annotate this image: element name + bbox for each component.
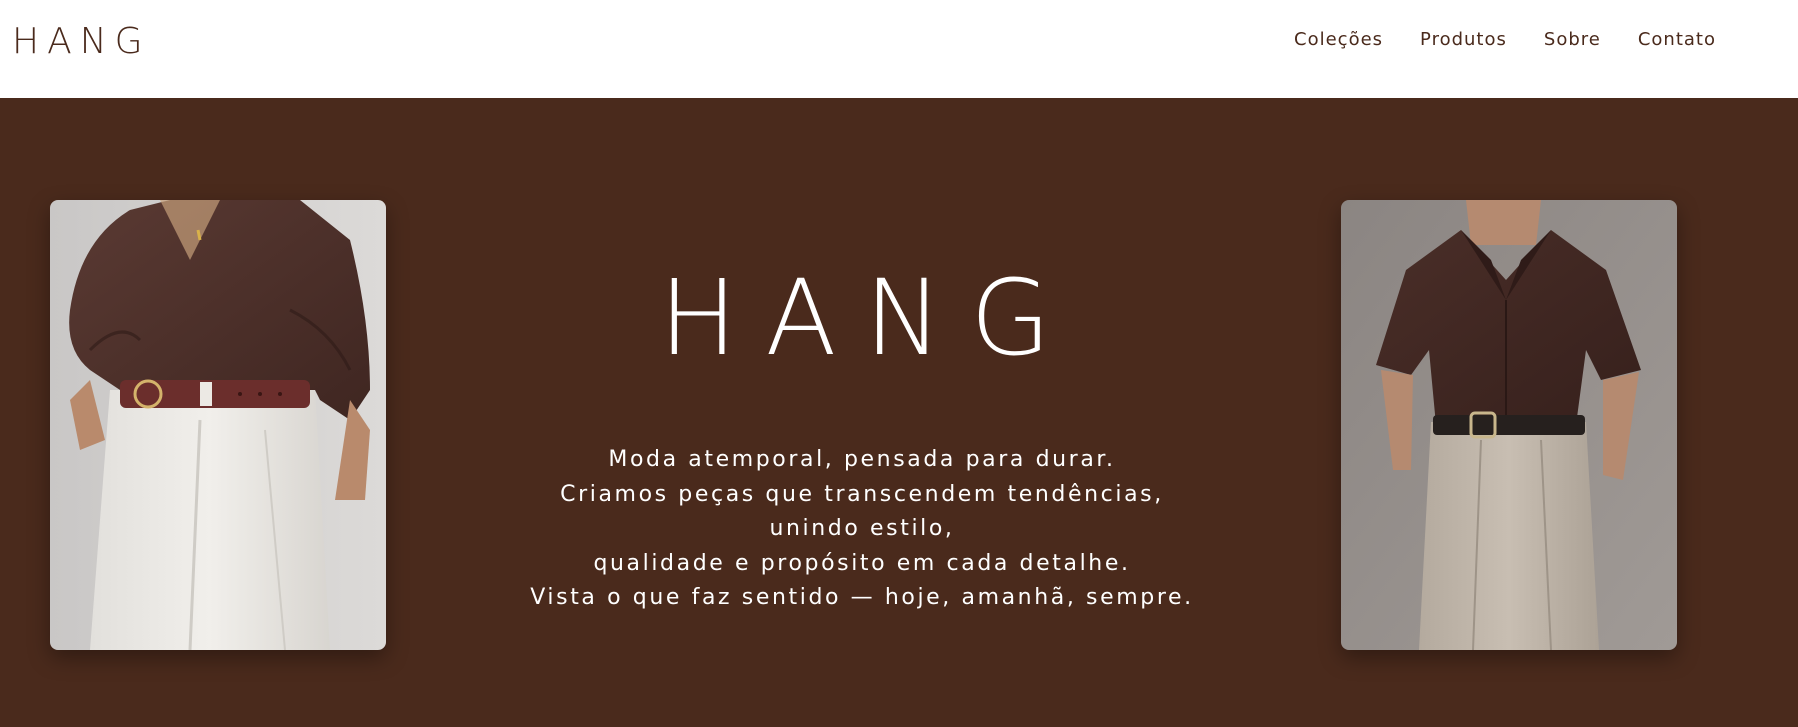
header-logo[interactable]: HANG (12, 18, 151, 66)
site-header: HANG Coleções Produtos Sobre Contato (0, 0, 1798, 98)
hero-section: HANG Moda atemporal, pensada para durar.… (0, 98, 1798, 727)
hero-photo-right-image (1341, 200, 1677, 650)
nav-item-contato[interactable]: Contato (1638, 28, 1716, 52)
main-nav: Coleções Produtos Sobre Contato (1294, 28, 1716, 52)
hero-text-line-4: qualidade e propósito em cada detalhe. (593, 550, 1131, 576)
nav-item-produtos[interactable]: Produtos (1420, 28, 1507, 52)
hero-text-line-2: Criamos peças que transcendem tendências… (560, 481, 1164, 507)
hero-photo-right (1341, 200, 1677, 650)
hero-text-line-5: Vista o que faz sentido — hoje, amanhã, … (530, 585, 1194, 610)
nav-item-colecoes[interactable]: Coleções (1294, 28, 1383, 52)
hero-description: Moda atemporal, pensada para durar. Cria… (470, 443, 1254, 616)
hero-text-line-3: unindo estilo, (769, 516, 955, 541)
hero-text-line-1: Moda atemporal, pensada para durar. (608, 447, 1116, 472)
nav-item-sobre[interactable]: Sobre (1544, 28, 1601, 52)
